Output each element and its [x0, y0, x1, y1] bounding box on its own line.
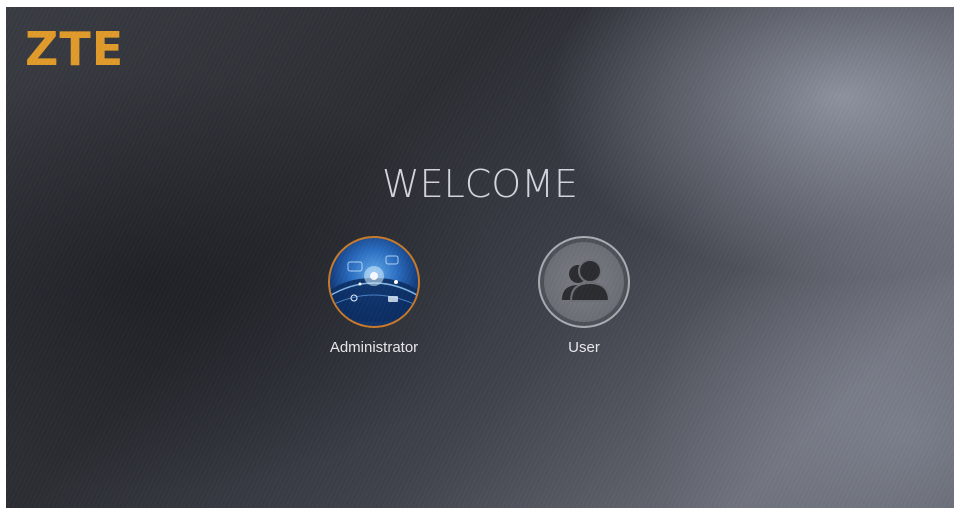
welcome-heading: WELCOME: [382, 162, 578, 206]
login-screen: ZTE WELCOME Administrator User: [6, 7, 954, 508]
administrator-label: Administrator: [329, 339, 419, 356]
zte-logo: ZTE: [25, 22, 125, 76]
user-login-button[interactable]: User: [514, 236, 654, 357]
users-group-icon: [538, 236, 630, 328]
administrator-login-button[interactable]: Administrator: [304, 236, 444, 357]
user-label: User: [568, 339, 600, 356]
globe-network-icon: [328, 236, 420, 328]
